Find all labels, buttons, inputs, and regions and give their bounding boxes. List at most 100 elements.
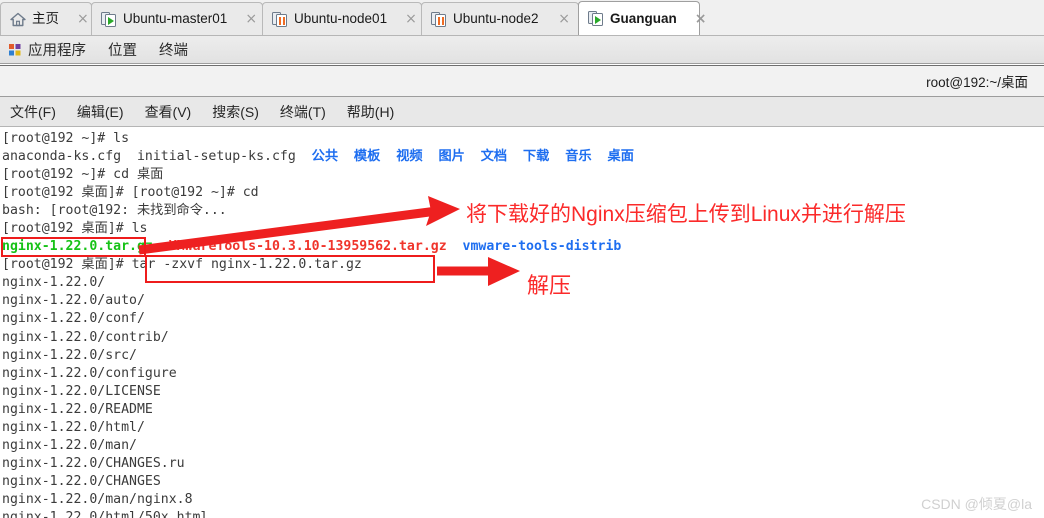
vm-state-icon-running — [588, 11, 604, 26]
terminal-text: [root@192 桌面]# ls — [2, 221, 148, 237]
panel-menu-label: 终端 — [159, 43, 188, 59]
terminal-menu-0[interactable]: 文件(F) — [10, 102, 56, 122]
terminal-text: 图片 — [438, 149, 465, 165]
close-icon[interactable]: × — [695, 12, 707, 26]
panel-menu-2[interactable]: 终端 — [159, 39, 188, 60]
terminal-text: 桌面 — [607, 149, 634, 165]
vm-tab-Guanguan[interactable]: Guanguan × — [578, 1, 706, 35]
terminal-line: bash: [root@192: 未找到命令... — [2, 202, 1044, 220]
terminal-line: [root@192 ~]# ls — [2, 130, 1044, 148]
terminal-text: nginx-1.22.0/html/50x.html — [2, 509, 209, 518]
terminal-text: nginx-1.22.0/man/nginx.8 — [2, 491, 193, 507]
panel-menu-label: 应用程序 — [28, 43, 86, 59]
terminal-line: [root@192 桌面]# tar -zxvf nginx-1.22.0.ta… — [2, 256, 1044, 274]
terminal-line: nginx-1.22.0/auto/ — [2, 292, 1044, 310]
terminal-text: bash: [root@192: 未找到命令... — [2, 203, 227, 219]
terminal-text: nginx-1.22.0/auto/ — [2, 293, 145, 309]
terminal-menu-3[interactable]: 搜索(S) — [212, 102, 259, 122]
terminal-output[interactable]: [root@192 ~]# ls anaconda-ks.cfg initial-… — [0, 127, 1044, 518]
terminal-menu-4[interactable]: 终端(T) — [280, 102, 326, 122]
terminal-line: nginx-1.22.0/contrib/ — [2, 329, 1044, 347]
terminal-text: nginx-1.22.0/CHANGES — [2, 473, 161, 489]
terminal-line: nginx-1.22.0/README — [2, 401, 1044, 419]
terminal-line: nginx-1.22.0/man/ — [2, 437, 1044, 455]
vm-tab-主页[interactable]: 主页 × — [0, 2, 92, 35]
terminal-text: vmware-tools-distrib — [462, 239, 622, 255]
terminal-line: nginx-1.22.0/html/ — [2, 419, 1044, 437]
close-icon[interactable]: × — [245, 12, 257, 26]
terminal-text: nginx-1.22.0/man/ — [2, 437, 137, 453]
panel-menu-1[interactable]: 位置 — [108, 39, 137, 60]
terminal-text: [root@192 ~]# ls — [2, 131, 130, 146]
terminal-menu-2[interactable]: 查看(V) — [145, 102, 192, 122]
terminal-text: nginx-1.22.0/configure — [2, 365, 177, 381]
vm-tab-label: Ubuntu-node01 — [294, 11, 388, 27]
terminal-line: nginx-1.22.0/CHANGES — [2, 473, 1044, 491]
terminal-line: [root@192 ~]# cd 桌面 — [2, 166, 1044, 184]
terminal-menubar: 文件(F) 编辑(E) 查看(V) 搜索(S) 终端(T) 帮助(H) — [0, 97, 1044, 127]
terminal-menu-5[interactable]: 帮助(H) — [347, 102, 394, 122]
terminal-text: anaconda-ks.cfg initial-setup-ks.cfg — [2, 149, 312, 165]
terminal-menu-1[interactable]: 编辑(E) — [77, 102, 124, 122]
close-icon[interactable]: × — [77, 12, 89, 26]
panel-menu-0[interactable]: 应用程序 — [8, 39, 86, 60]
terminal-text: nginx-1.22.0.tar.gz — [2, 239, 153, 255]
vm-tab-label: Ubuntu-master01 — [123, 11, 228, 27]
vm-tab-Ubuntu-node2[interactable]: Ubuntu-node2 × — [421, 2, 579, 35]
vm-tab-Ubuntu-node01[interactable]: Ubuntu-node01 × — [262, 2, 422, 35]
terminal-text: nginx-1.22.0/CHANGES.ru — [2, 455, 185, 471]
vmware-workstation-window: 主页 × Ubuntu-master01 × Ubuntu-node01 × Ubuntu-… — [0, 0, 1044, 518]
terminal-line: anaconda-ks.cfg initial-setup-ks.cfg 公共 … — [2, 148, 1044, 166]
terminal-text: VMwareTools-10.3.10-13959562.tar.gz — [168, 239, 447, 255]
terminal-text: nginx-1.22.0/html/ — [2, 419, 145, 435]
terminal-line: [root@192 桌面]# ls — [2, 220, 1044, 238]
terminal-line: nginx-1.22.0/CHANGES.ru — [2, 455, 1044, 473]
terminal-text: 公共 — [311, 149, 339, 165]
terminal-line: nginx-1.22.0/src/ — [2, 347, 1044, 365]
terminal-text: [root@192 桌面]# tar -zxvf nginx-1.22.0.ta… — [2, 257, 362, 273]
terminal-line: nginx-1.22.0/configure — [2, 365, 1044, 383]
home-icon — [10, 12, 26, 27]
panel-menu-label: 位置 — [108, 43, 137, 59]
terminal-window: root@192:~/桌面 文件(F) 编辑(E) 查看(V) 搜索(S) 终端(T) 帮… — [0, 65, 1044, 518]
vm-tab-Ubuntu-master01[interactable]: Ubuntu-master01 × — [91, 2, 263, 35]
vm-tab-label: Guanguan — [610, 10, 677, 26]
terminal-text: nginx-1.22.0/LICENSE — [2, 383, 161, 399]
terminal-text: nginx-1.22.0/README — [2, 401, 153, 417]
terminal-text: 模板 — [353, 149, 381, 165]
terminal-line: nginx-1.22.0/man/nginx.8 — [2, 491, 1044, 509]
terminal-titlebar: root@192:~/桌面 — [0, 66, 1044, 97]
vm-state-icon-suspended — [272, 11, 288, 27]
terminal-line: nginx-1.22.0/ — [2, 274, 1044, 292]
vm-tab-label: 主页 — [32, 11, 59, 27]
terminal-text: nginx-1.22.0/ — [2, 275, 106, 291]
terminal-text: nginx-1.22.0/contrib/ — [2, 329, 169, 345]
terminal-line: nginx-1.22.0/conf/ — [2, 310, 1044, 328]
close-icon[interactable]: × — [405, 12, 417, 26]
terminal-text: nginx-1.22.0/src/ — [2, 347, 137, 363]
terminal-text: [root@192 桌面]# [root@192 ~]# cd — [2, 185, 259, 201]
fedora-icon — [8, 43, 22, 57]
terminal-line: nginx-1.22.0/LICENSE — [2, 383, 1044, 401]
close-icon[interactable]: × — [558, 12, 570, 26]
terminal-text: 下载 — [522, 149, 550, 165]
terminal-line: [root@192 桌面]# [root@192 ~]# cd — [2, 184, 1044, 202]
terminal-text: 音乐 — [565, 149, 592, 165]
terminal-text: 文档 — [480, 149, 508, 165]
terminal-text: 视频 — [396, 149, 423, 165]
terminal-text: nginx-1.22.0/conf/ — [2, 311, 145, 327]
vm-tab-bar: 主页 × Ubuntu-master01 × Ubuntu-node01 × Ubuntu-… — [0, 0, 1044, 36]
vm-tab-label: Ubuntu-node2 — [453, 11, 539, 27]
terminal-line: nginx-1.22.0.tar.gz VMwareTools-10.3.10-… — [2, 238, 1044, 256]
terminal-title: root@192:~/桌面 — [926, 75, 1028, 90]
terminal-line: nginx-1.22.0/html/50x.html — [2, 509, 1044, 518]
gnome-top-panel: 应用程序 位置 终端 — [0, 36, 1044, 64]
